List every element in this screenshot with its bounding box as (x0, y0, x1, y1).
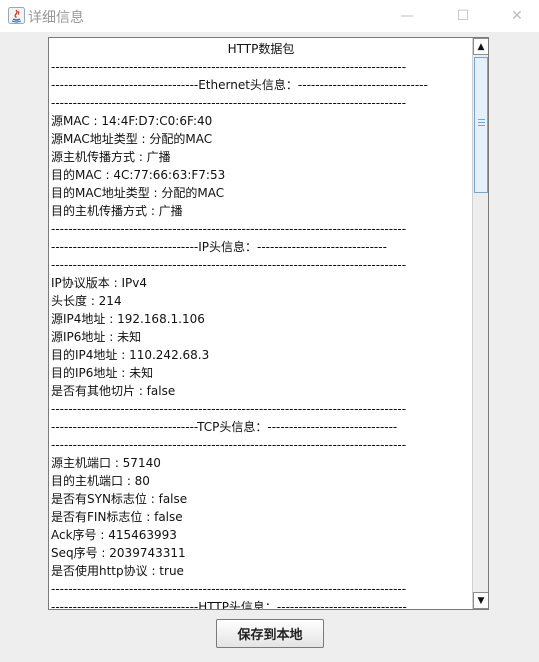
scroll-up-button[interactable]: ▲ (473, 38, 488, 55)
detail-line: 目的IP4地址 : 110.242.68.3 (51, 348, 210, 362)
close-button[interactable]: ✕ (494, 0, 539, 32)
detail-line: 头长度 : 214 (51, 294, 122, 308)
minimize-icon: — (400, 8, 414, 24)
title-bar: 详细信息 — ☐ ✕ (0, 0, 539, 32)
detail-line: 目的IP6地址 : 未知 (51, 366, 154, 380)
save-to-local-button[interactable]: 保存到本地 (216, 619, 324, 648)
detail-line: 是否有其他切片 : false (51, 384, 176, 398)
packet-detail-pane[interactable]: HTTP数据包 ---------------------------------… (48, 37, 489, 610)
detail-line: ----------------------------------HTTP头信… (51, 600, 407, 610)
detail-line: ----------------------------------TCP头信息… (51, 420, 398, 434)
java-app-icon (8, 7, 25, 24)
scrollbar-thumb[interactable] (474, 57, 488, 193)
detail-line: 目的MAC地址类型 : 分配的MAC (51, 186, 225, 200)
detail-line: ----------------------------------------… (51, 96, 407, 110)
detail-line: 源MAC地址类型 : 分配的MAC (51, 132, 213, 146)
maximize-button[interactable]: ☐ (440, 0, 486, 32)
window-title: 详细信息 (28, 10, 84, 26)
scroll-down-button[interactable]: ▼ (473, 592, 488, 609)
detail-line: ----------------------------------------… (51, 582, 407, 596)
detail-line: 目的MAC : 4C:77:66:63:F7:53 (51, 168, 226, 182)
arrow-up-icon: ▲ (477, 41, 485, 52)
vertical-scrollbar[interactable]: ▲ ▼ (472, 38, 488, 609)
detail-line: 是否有FIN标志位 : false (51, 510, 183, 524)
minimize-button[interactable]: — (384, 0, 430, 32)
detail-line: 源MAC : 14:4F:D7:C0:6F:40 (51, 114, 213, 128)
grip-icon (478, 119, 485, 128)
detail-line: ----------------------------------------… (51, 258, 407, 272)
detail-line: 是否有SYN标志位 : false (51, 492, 188, 506)
arrow-down-icon: ▼ (477, 595, 485, 606)
detail-line: Ack序号 : 415463993 (51, 528, 177, 542)
maximize-icon: ☐ (456, 8, 470, 24)
packet-detail-text[interactable]: HTTP数据包 ---------------------------------… (51, 40, 471, 610)
detail-line: 源IP4地址 : 192.168.1.106 (51, 312, 205, 326)
detail-line: 源IP6地址 : 未知 (51, 330, 142, 344)
detail-line: 目的主机端口 : 80 (51, 474, 150, 488)
detail-line: 源主机端口 : 57140 (51, 456, 161, 470)
detail-line: ----------------------------------------… (51, 438, 407, 452)
detail-line: ----------------------------------IP头信息：… (51, 240, 387, 254)
detail-line: ----------------------------------------… (51, 402, 407, 416)
detail-line: 是否使用http协议 : true (51, 564, 184, 578)
close-icon: ✕ (511, 8, 523, 24)
detail-line: 目的主机传播方式 : 广播 (51, 204, 183, 218)
detail-line: HTTP数据包 (227, 42, 295, 56)
detail-line: ----------------------------------Ethern… (51, 78, 428, 92)
detail-line: IP协议版本 : IPv4 (51, 276, 147, 290)
detail-line: ----------------------------------------… (51, 222, 407, 236)
detail-line: ----------------------------------------… (51, 60, 407, 74)
detail-line: 源主机传播方式 : 广播 (51, 150, 171, 164)
detail-line: Seq序号 : 2039743311 (51, 546, 186, 560)
